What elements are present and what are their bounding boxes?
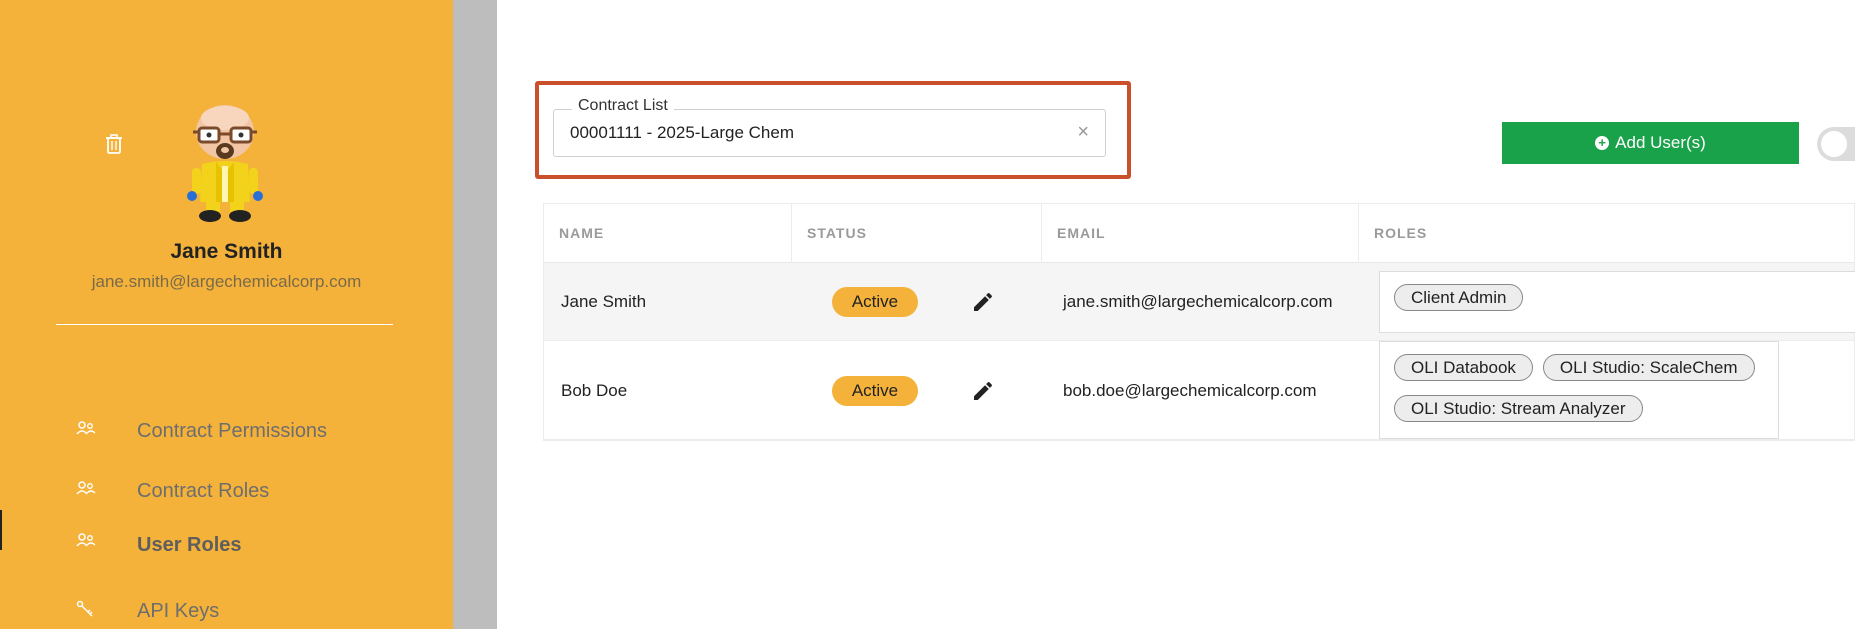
sidebar-item-api-keys[interactable]: API Keys <box>0 590 453 629</box>
table-row: Jane Smith Active jane.smith@largechemic… <box>544 263 1855 341</box>
toggle-knob <box>1821 131 1847 157</box>
column-header-name[interactable]: NAME <box>544 204 792 263</box>
main-content: Contract List 00001111 - 2025-Large Chem… <box>497 0 1855 629</box>
clear-icon[interactable]: × <box>1077 121 1089 144</box>
role-chip: OLI Studio: Stream Analyzer <box>1394 395 1643 422</box>
role-chip: Client Admin <box>1394 284 1524 311</box>
plus-circle-icon: + <box>1595 136 1610 150</box>
column-header-roles[interactable]: ROLES <box>1359 204 1855 263</box>
key-icon <box>76 600 96 617</box>
role-chip: OLI Databook <box>1394 354 1533 381</box>
user-name-cell: Bob Doe <box>561 381 628 400</box>
add-users-label: Add User(s) <box>1615 133 1706 152</box>
column-header-email[interactable]: EMAIL <box>1042 204 1359 263</box>
sidebar-item-contract-roles[interactable]: Contract Roles <box>0 470 453 514</box>
toggle-switch[interactable] <box>1817 127 1855 161</box>
roles-cell[interactable]: Client Admin <box>1379 271 1855 333</box>
sidebar-item-label: API Keys <box>137 600 220 622</box>
user-name-cell: Jane Smith <box>561 292 647 311</box>
users-table: NAME STATUS EMAIL ROLES Jane Smith Activ… <box>543 203 1855 441</box>
add-users-button[interactable]: + Add User(s) <box>1502 122 1799 164</box>
users-icon <box>76 420 96 436</box>
pencil-icon[interactable] <box>971 290 995 314</box>
contract-list-value: 00001111 - 2025-Large Chem <box>570 123 794 142</box>
users-icon <box>76 480 96 496</box>
sidebar-item-label: User Roles <box>137 534 242 556</box>
user-email-cell: bob.doe@largechemicalcorp.com <box>1063 381 1317 400</box>
sidebar-item-label: Contract Permissions <box>137 420 328 442</box>
contract-list-label: Contract List <box>572 97 674 115</box>
sidebar-item-label: Contract Roles <box>137 480 270 502</box>
sidebar-item-user-roles[interactable]: User Roles <box>0 510 453 556</box>
sidebar-divider <box>56 324 393 325</box>
roles-cell[interactable]: OLI Databook OLI Studio: ScaleChem OLI S… <box>1379 341 1779 439</box>
sidebar-gutter <box>453 0 497 629</box>
profile-name: Jane Smith <box>170 240 283 263</box>
avatar <box>180 102 270 224</box>
sidebar-item-contract-permissions[interactable]: Contract Permissions <box>0 410 453 454</box>
column-header-status[interactable]: STATUS <box>792 204 1042 263</box>
user-email-cell: jane.smith@largechemicalcorp.com <box>1063 292 1333 311</box>
sidebar: Jane Smith jane.smith@largechemicalcorp.… <box>0 0 453 629</box>
role-chip: OLI Studio: ScaleChem <box>1542 354 1755 381</box>
status-badge: Active <box>832 376 918 406</box>
table-header: NAME STATUS EMAIL ROLES <box>544 204 1854 263</box>
table-row: Bob Doe Active bob.doe@largechemicalcorp… <box>544 341 1854 440</box>
trash-icon[interactable] <box>104 133 124 155</box>
status-badge: Active <box>832 287 918 317</box>
profile-email: jane.smith@largechemicalcorp.com <box>91 272 362 291</box>
contract-list-select[interactable]: Contract List 00001111 - 2025-Large Chem… <box>553 97 1106 157</box>
contract-list-highlight: Contract List 00001111 - 2025-Large Chem… <box>535 81 1131 179</box>
pencil-icon[interactable] <box>971 379 995 403</box>
users-icon <box>76 532 96 548</box>
